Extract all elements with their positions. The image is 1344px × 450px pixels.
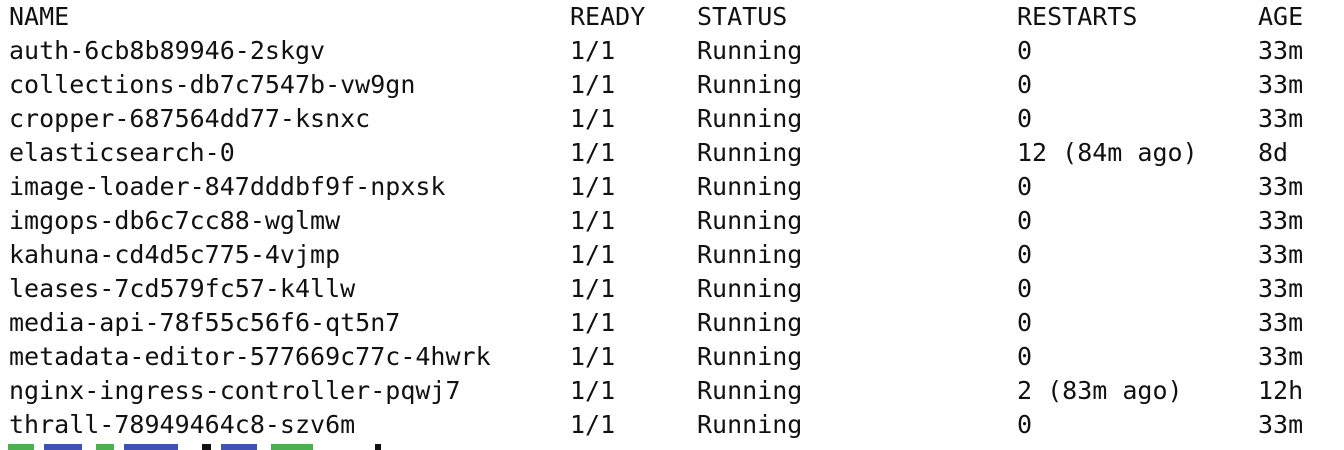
pod-name: elasticsearch-0 bbox=[9, 138, 235, 167]
pod-status: Running bbox=[697, 172, 803, 201]
column-header-name: NAME bbox=[9, 2, 70, 31]
pod-restarts: 0 bbox=[1017, 342, 1033, 371]
pod-status: Running bbox=[697, 240, 803, 269]
pod-status: Running bbox=[697, 410, 803, 439]
pod-age: 33m bbox=[1258, 36, 1304, 65]
column-header-restarts: RESTARTS bbox=[1017, 2, 1138, 31]
pod-name: kahuna-cd4d5c775-4vjmp bbox=[9, 240, 341, 269]
pod-status: Running bbox=[697, 104, 803, 133]
pod-restarts: 0 bbox=[1017, 240, 1033, 269]
pod-age: 33m bbox=[1258, 342, 1304, 371]
pod-age: 33m bbox=[1258, 410, 1304, 439]
pod-restarts: 0 bbox=[1017, 410, 1033, 439]
pod-ready: 1/1 bbox=[570, 172, 616, 201]
pod-status: Running bbox=[697, 274, 803, 303]
pod-ready: 1/1 bbox=[570, 342, 616, 371]
pod-age: 33m bbox=[1258, 206, 1304, 235]
pod-ready: 1/1 bbox=[570, 206, 616, 235]
column-header-ready: READY bbox=[570, 2, 646, 31]
prompt-fragment-bit bbox=[44, 444, 82, 450]
pod-ready: 1/1 bbox=[570, 104, 616, 133]
pod-age: 33m bbox=[1258, 308, 1304, 337]
prompt-fragment-bit bbox=[124, 444, 178, 450]
pod-status: Running bbox=[697, 308, 803, 337]
pod-age: 33m bbox=[1258, 172, 1304, 201]
pod-ready: 1/1 bbox=[570, 274, 616, 303]
pod-name: thrall-78949464c8-szv6m bbox=[9, 410, 356, 439]
pod-restarts: 2 (83m ago) bbox=[1017, 376, 1183, 405]
column-header-status: STATUS bbox=[697, 2, 788, 31]
next-prompt-line-fragment bbox=[0, 440, 1344, 450]
pod-name: metadata-editor-577669c77c-4hwrk bbox=[9, 342, 491, 371]
pod-restarts: 0 bbox=[1017, 308, 1033, 337]
pod-restarts: 0 bbox=[1017, 172, 1033, 201]
pod-status: Running bbox=[697, 342, 803, 371]
pod-age: 33m bbox=[1258, 274, 1304, 303]
pod-name: media-api-78f55c56f6-qt5n7 bbox=[9, 308, 401, 337]
pod-status: Running bbox=[697, 376, 803, 405]
pod-ready: 1/1 bbox=[570, 376, 616, 405]
pod-age: 12h bbox=[1258, 376, 1304, 405]
terminal-window[interactable]: NAME READY STATUS RESTARTS AGE auth-6cb8… bbox=[0, 0, 1344, 450]
prompt-fragment-bit bbox=[271, 444, 313, 450]
pod-name: auth-6cb8b89946-2skgv bbox=[9, 36, 326, 65]
pod-restarts: 0 bbox=[1017, 36, 1033, 65]
pod-status: Running bbox=[697, 138, 803, 167]
prompt-fragment-bit bbox=[96, 444, 114, 450]
pod-name: cropper-687564dd77-ksnxc bbox=[9, 104, 371, 133]
pod-ready: 1/1 bbox=[570, 70, 616, 99]
pod-ready: 1/1 bbox=[570, 240, 616, 269]
pod-age: 33m bbox=[1258, 104, 1304, 133]
pod-name: nginx-ingress-controller-pqwj7 bbox=[9, 376, 461, 405]
pod-restarts: 12 (84m ago) bbox=[1017, 138, 1198, 167]
pod-restarts: 0 bbox=[1017, 104, 1033, 133]
pod-name: image-loader-847dddbf9f-npxsk bbox=[9, 172, 446, 201]
pod-name: collections-db7c7547b-vw9gn bbox=[9, 70, 416, 99]
pod-status: Running bbox=[697, 206, 803, 235]
table-header: NAME READY STATUS RESTARTS AGE bbox=[0, 0, 1303, 34]
pod-age: 8d bbox=[1258, 138, 1289, 167]
prompt-fragment-bit bbox=[221, 444, 257, 450]
pod-status: Running bbox=[697, 70, 803, 99]
pod-restarts: 0 bbox=[1017, 70, 1033, 99]
pod-ready: 1/1 bbox=[570, 36, 616, 65]
pod-ready: 1/1 bbox=[570, 308, 616, 337]
pod-status: Running bbox=[697, 36, 803, 65]
prompt-fragment-bit bbox=[8, 444, 34, 450]
prompt-fragment-bit bbox=[202, 444, 211, 450]
pod-name: imgops-db6c7cc88-wglmw bbox=[9, 206, 341, 235]
pod-name: leases-7cd579fc57-k4llw bbox=[9, 274, 356, 303]
pod-ready: 1/1 bbox=[570, 410, 616, 439]
pod-restarts: 0 bbox=[1017, 206, 1033, 235]
pod-ready: 1/1 bbox=[570, 138, 616, 167]
prompt-fragment-bit bbox=[375, 444, 381, 450]
pod-age: 33m bbox=[1258, 240, 1304, 269]
pod-restarts: 0 bbox=[1017, 274, 1033, 303]
column-header-age: AGE bbox=[1258, 2, 1304, 31]
pod-age: 33m bbox=[1258, 70, 1304, 99]
